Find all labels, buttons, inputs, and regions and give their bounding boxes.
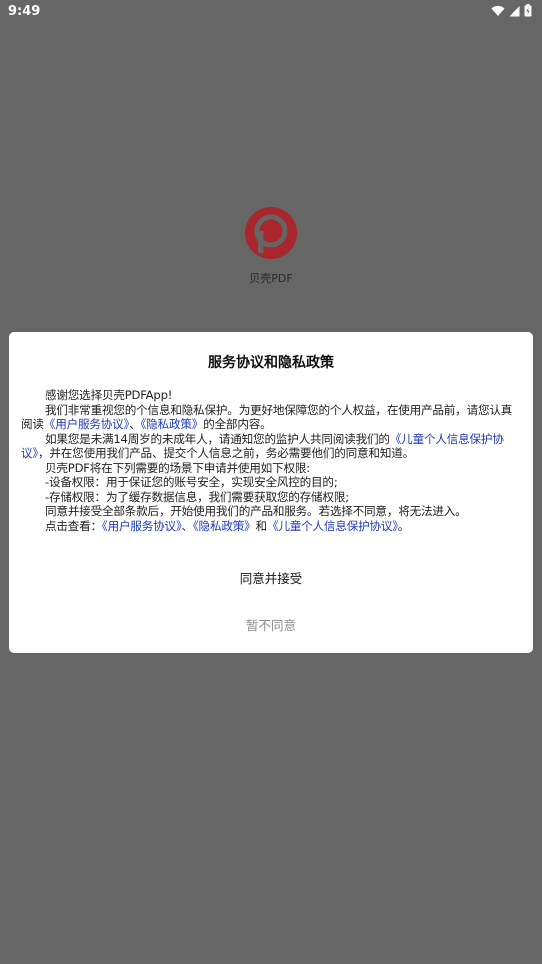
user-agreement-link[interactable]: 《用户服务协议》 <box>44 417 130 431</box>
minor-notice-paragraph: 如果您是未满14周岁的未成年人，请通知您的监护人共同阅读我们的《儿童个人信息保护… <box>21 432 519 461</box>
app-logo-icon <box>245 207 297 259</box>
privacy-intro-tail: 的全部内容。 <box>203 417 272 431</box>
privacy-policy-link-2[interactable]: 《隐私政策》 <box>193 519 256 533</box>
minor-notice-text: 如果您是未满14周岁的未成年人，请通知您的监护人共同阅读我们的 <box>45 431 390 446</box>
view-links-paragraph: 点击查看：《用户服务协议》、《隐私政策》和《儿童个人信息保护协议》。 <box>21 519 519 534</box>
privacy-dialog: 服务协议和隐私政策 感谢您选择贝壳PDFApp! 我们非常重视您的个信息和隐私保… <box>9 332 533 653</box>
status-bar: 9:49 <box>0 0 542 24</box>
signal-icon <box>509 5 520 16</box>
status-time: 9:49 <box>8 4 41 19</box>
separator-text-2: 、 <box>181 518 194 533</box>
minor-notice-tail: ，并在您使用我们产品、提交个人信息之前，务必需要他们的同意和知道。 <box>38 446 414 460</box>
splash-app-name: 贝壳PDF <box>249 272 293 285</box>
welcome-text: 感谢您选择贝壳PDFApp! <box>45 388 173 402</box>
permissions-intro: 贝壳PDF将在下列需要的场景下申请并使用如下权限: <box>45 460 310 475</box>
child-protection-link-2[interactable]: 《儿童个人信息保护协议》 <box>267 519 398 533</box>
privacy-policy-link[interactable]: 《隐私政策》 <box>141 417 204 431</box>
agree-button[interactable]: 同意并接受 <box>9 568 533 587</box>
decline-button[interactable]: 暂不同意 <box>9 615 533 634</box>
separator-text: 、 <box>129 417 141 431</box>
dialog-body: 感谢您选择贝壳PDFApp! 我们非常重视您的个信息和隐私保护。为更好地保障您的… <box>21 388 519 533</box>
storage-permission-text: -存储权限：为了缓存数据信息，我们需要获取您的存储权限; <box>45 489 349 504</box>
consent-text: 同意并接受全部条款后，开始使用我们的产品和服务。若选择不同意，将无法进入。 <box>45 504 467 518</box>
and-text: 和 <box>255 518 268 533</box>
period-text: 。 <box>397 518 410 533</box>
device-permission-text: -设备权限：用于保证您的账号安全，实现安全风控的目的; <box>45 475 338 489</box>
privacy-intro-paragraph: 我们非常重视您的个信息和隐私保护。为更好地保障您的个人权益，在使用产品前，请您认… <box>21 403 519 432</box>
user-agreement-link-2[interactable]: 《用户服务协议》 <box>102 519 182 533</box>
status-icons <box>491 4 532 17</box>
view-label: 点击查看： <box>45 518 102 533</box>
wifi-icon <box>491 5 505 16</box>
battery-icon <box>524 4 532 17</box>
dialog-title: 服务协议和隐私政策 <box>208 355 334 371</box>
